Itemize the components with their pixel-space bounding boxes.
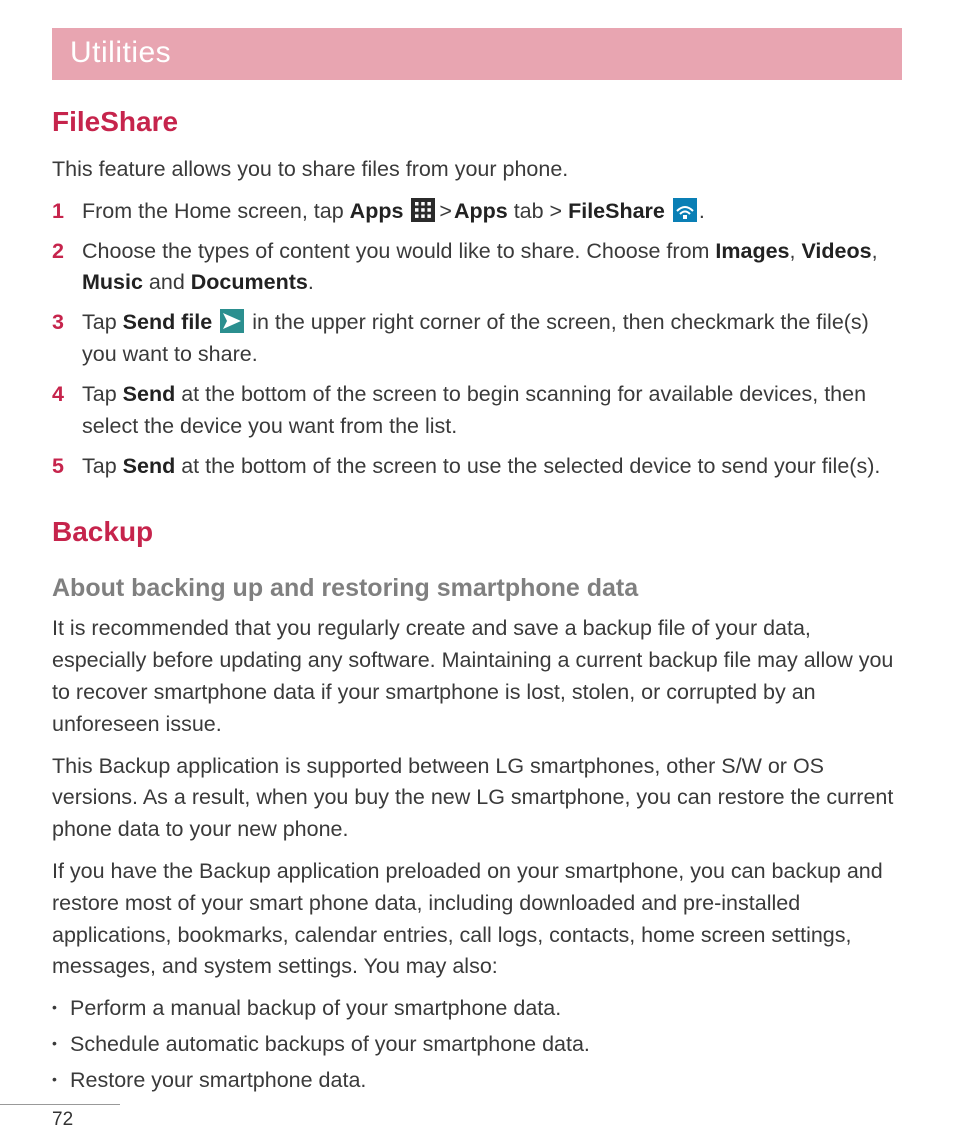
fileshare-bold: FileShare — [568, 199, 665, 223]
text: at the bottom of the screen to use the s… — [175, 454, 880, 478]
bullet-dot-icon: • — [52, 993, 70, 1025]
apps-tab-bold: Apps — [454, 199, 508, 223]
text: tab > — [508, 199, 568, 223]
step-number: 2 — [52, 236, 82, 300]
section-heading-fileshare: FileShare — [52, 106, 902, 138]
bullet-1: • Perform a manual backup of your smartp… — [52, 993, 902, 1025]
fileshare-icon — [673, 198, 697, 222]
backup-paragraph-1: It is recommended that you regularly cre… — [52, 613, 902, 740]
backup-paragraph-2: This Backup application is supported bet… — [52, 751, 902, 846]
apps-bold: Apps — [350, 199, 404, 223]
step-number: 5 — [52, 451, 82, 483]
bullet-dot-icon: • — [52, 1029, 70, 1061]
text: and — [143, 270, 191, 294]
apps-grid-icon — [411, 198, 435, 222]
step-body: From the Home screen, tap Apps > Apps ta… — [82, 196, 902, 228]
text: . — [699, 199, 705, 223]
documents-bold: Documents — [191, 270, 308, 294]
text: at the bottom of the screen to begin sca… — [82, 382, 866, 438]
page-number: 72 — [0, 1109, 120, 1131]
chapter-banner: Utilities — [52, 28, 902, 80]
footer: 72 — [0, 1104, 120, 1131]
step-body: Tap Send at the bottom of the screen to … — [82, 451, 902, 483]
bullet-text: Restore your smartphone data. — [70, 1065, 366, 1097]
bullet-3: • Restore your smartphone data. — [52, 1065, 902, 1097]
step-body: Tap Send at the bottom of the screen to … — [82, 379, 902, 443]
text: . — [308, 270, 314, 294]
bullet-dot-icon: • — [52, 1065, 70, 1097]
step-number: 4 — [52, 379, 82, 443]
step-3: 3 Tap Send file in the upper right corne… — [52, 307, 902, 371]
fileshare-intro: This feature allows you to share files f… — [52, 154, 902, 186]
step-number: 3 — [52, 307, 82, 371]
text: Tap — [82, 454, 123, 478]
send-bold: Send — [123, 382, 176, 406]
section-heading-backup: Backup — [52, 516, 902, 548]
send-bold: Send — [123, 454, 176, 478]
text: Choose the types of content you would li… — [82, 239, 715, 263]
backup-subheading: About backing up and restoring smartphon… — [52, 574, 902, 603]
step-4: 4 Tap Send at the bottom of the screen t… — [52, 379, 902, 443]
step-number: 1 — [52, 196, 82, 228]
step-body: Tap Send file in the upper right corner … — [82, 307, 902, 371]
bullet-text: Schedule automatic backups of your smart… — [70, 1029, 590, 1061]
step-1: 1 From the Home screen, tap Apps > Apps … — [52, 196, 902, 228]
footer-divider — [0, 1104, 120, 1105]
backup-paragraph-3: If you have the Backup application prelo… — [52, 856, 902, 983]
sendfile-bold: Send file — [123, 310, 213, 334]
music-bold: Music — [82, 270, 143, 294]
videos-bold: Videos — [801, 239, 871, 263]
text: , — [872, 239, 878, 263]
step-2: 2 Choose the types of content you would … — [52, 236, 902, 300]
text: Tap — [82, 310, 123, 334]
step-5: 5 Tap Send at the bottom of the screen t… — [52, 451, 902, 483]
text: Tap — [82, 382, 123, 406]
text: From the Home screen, tap — [82, 199, 350, 223]
step-body: Choose the types of content you would li… — [82, 236, 902, 300]
send-arrow-icon — [220, 309, 244, 333]
bullet-2: • Schedule automatic backups of your sma… — [52, 1029, 902, 1061]
text: , — [790, 239, 802, 263]
separator: > — [439, 196, 452, 228]
bullet-text: Perform a manual backup of your smartpho… — [70, 993, 561, 1025]
images-bold: Images — [715, 239, 789, 263]
